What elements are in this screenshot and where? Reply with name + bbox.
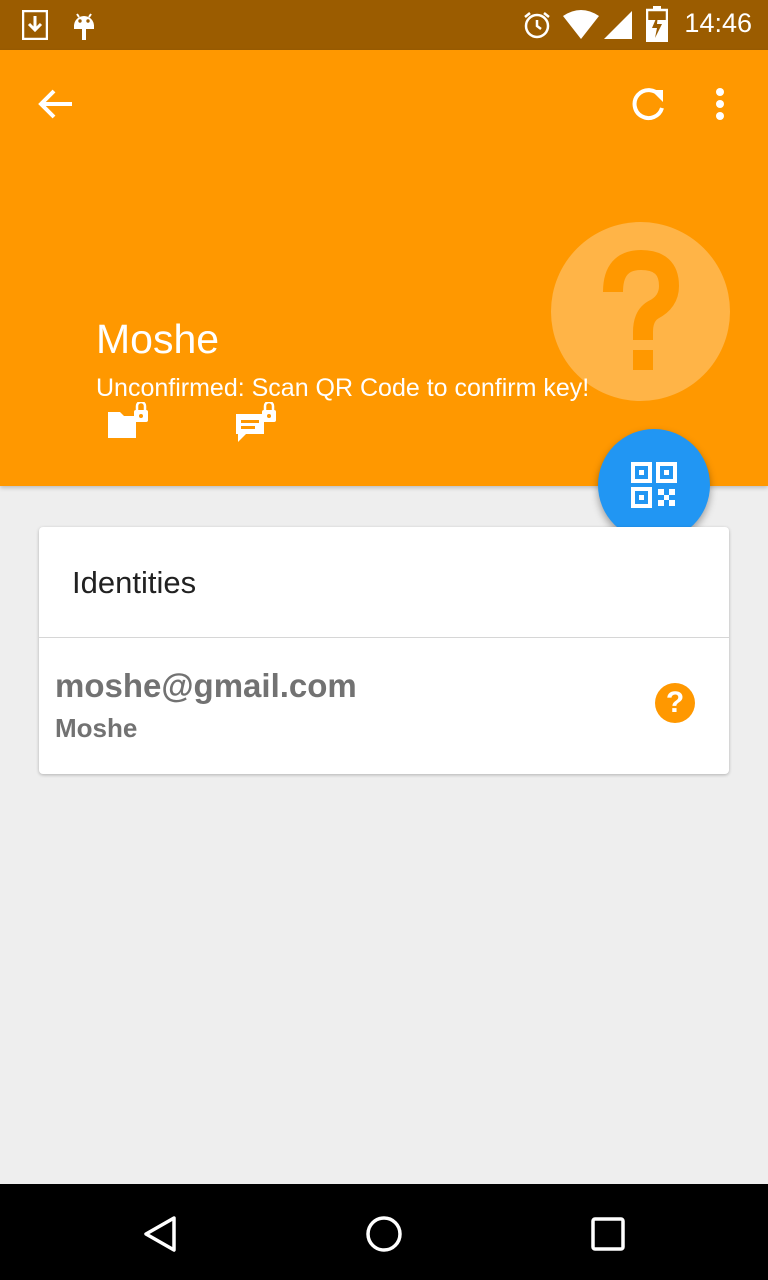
card-divider bbox=[39, 637, 729, 638]
contact-header: Moshe Unconfirmed: Scan QR Code to confi… bbox=[0, 50, 768, 486]
more-vert-icon[interactable] bbox=[710, 86, 730, 126]
arrow-left-icon[interactable] bbox=[36, 84, 76, 124]
wifi-icon bbox=[563, 10, 599, 39]
android-debug-icon bbox=[74, 13, 94, 40]
qr-code-icon bbox=[631, 462, 677, 508]
status-bar: 14:46 bbox=[0, 0, 768, 50]
download-icon bbox=[22, 10, 48, 40]
verification-status: Unconfirmed: Scan QR Code to confirm key… bbox=[96, 374, 590, 402]
battery-charging-icon bbox=[646, 6, 668, 42]
status-time: 14:46 bbox=[684, 8, 752, 38]
refresh-icon[interactable] bbox=[628, 84, 668, 124]
contact-name: Moshe bbox=[96, 316, 220, 362]
identities-card: Identities moshe@gmail.com Moshe ? bbox=[39, 527, 729, 774]
alarm-icon bbox=[524, 12, 550, 39]
identities-title: Identities bbox=[72, 565, 197, 600]
encrypted-message-icon[interactable] bbox=[234, 402, 278, 446]
unverified-status-icon: ? bbox=[655, 683, 695, 723]
identity-email: moshe@gmail.com bbox=[55, 667, 357, 704]
identity-name: Moshe bbox=[55, 713, 138, 743]
scan-qr-button[interactable] bbox=[598, 429, 710, 541]
encrypted-file-icon[interactable] bbox=[106, 402, 150, 442]
back-triangle-icon[interactable] bbox=[140, 1214, 180, 1254]
signal-icon bbox=[604, 11, 632, 39]
recents-square-icon[interactable] bbox=[588, 1214, 628, 1254]
navigation-bar bbox=[0, 1184, 768, 1280]
home-circle-icon[interactable] bbox=[364, 1214, 404, 1254]
